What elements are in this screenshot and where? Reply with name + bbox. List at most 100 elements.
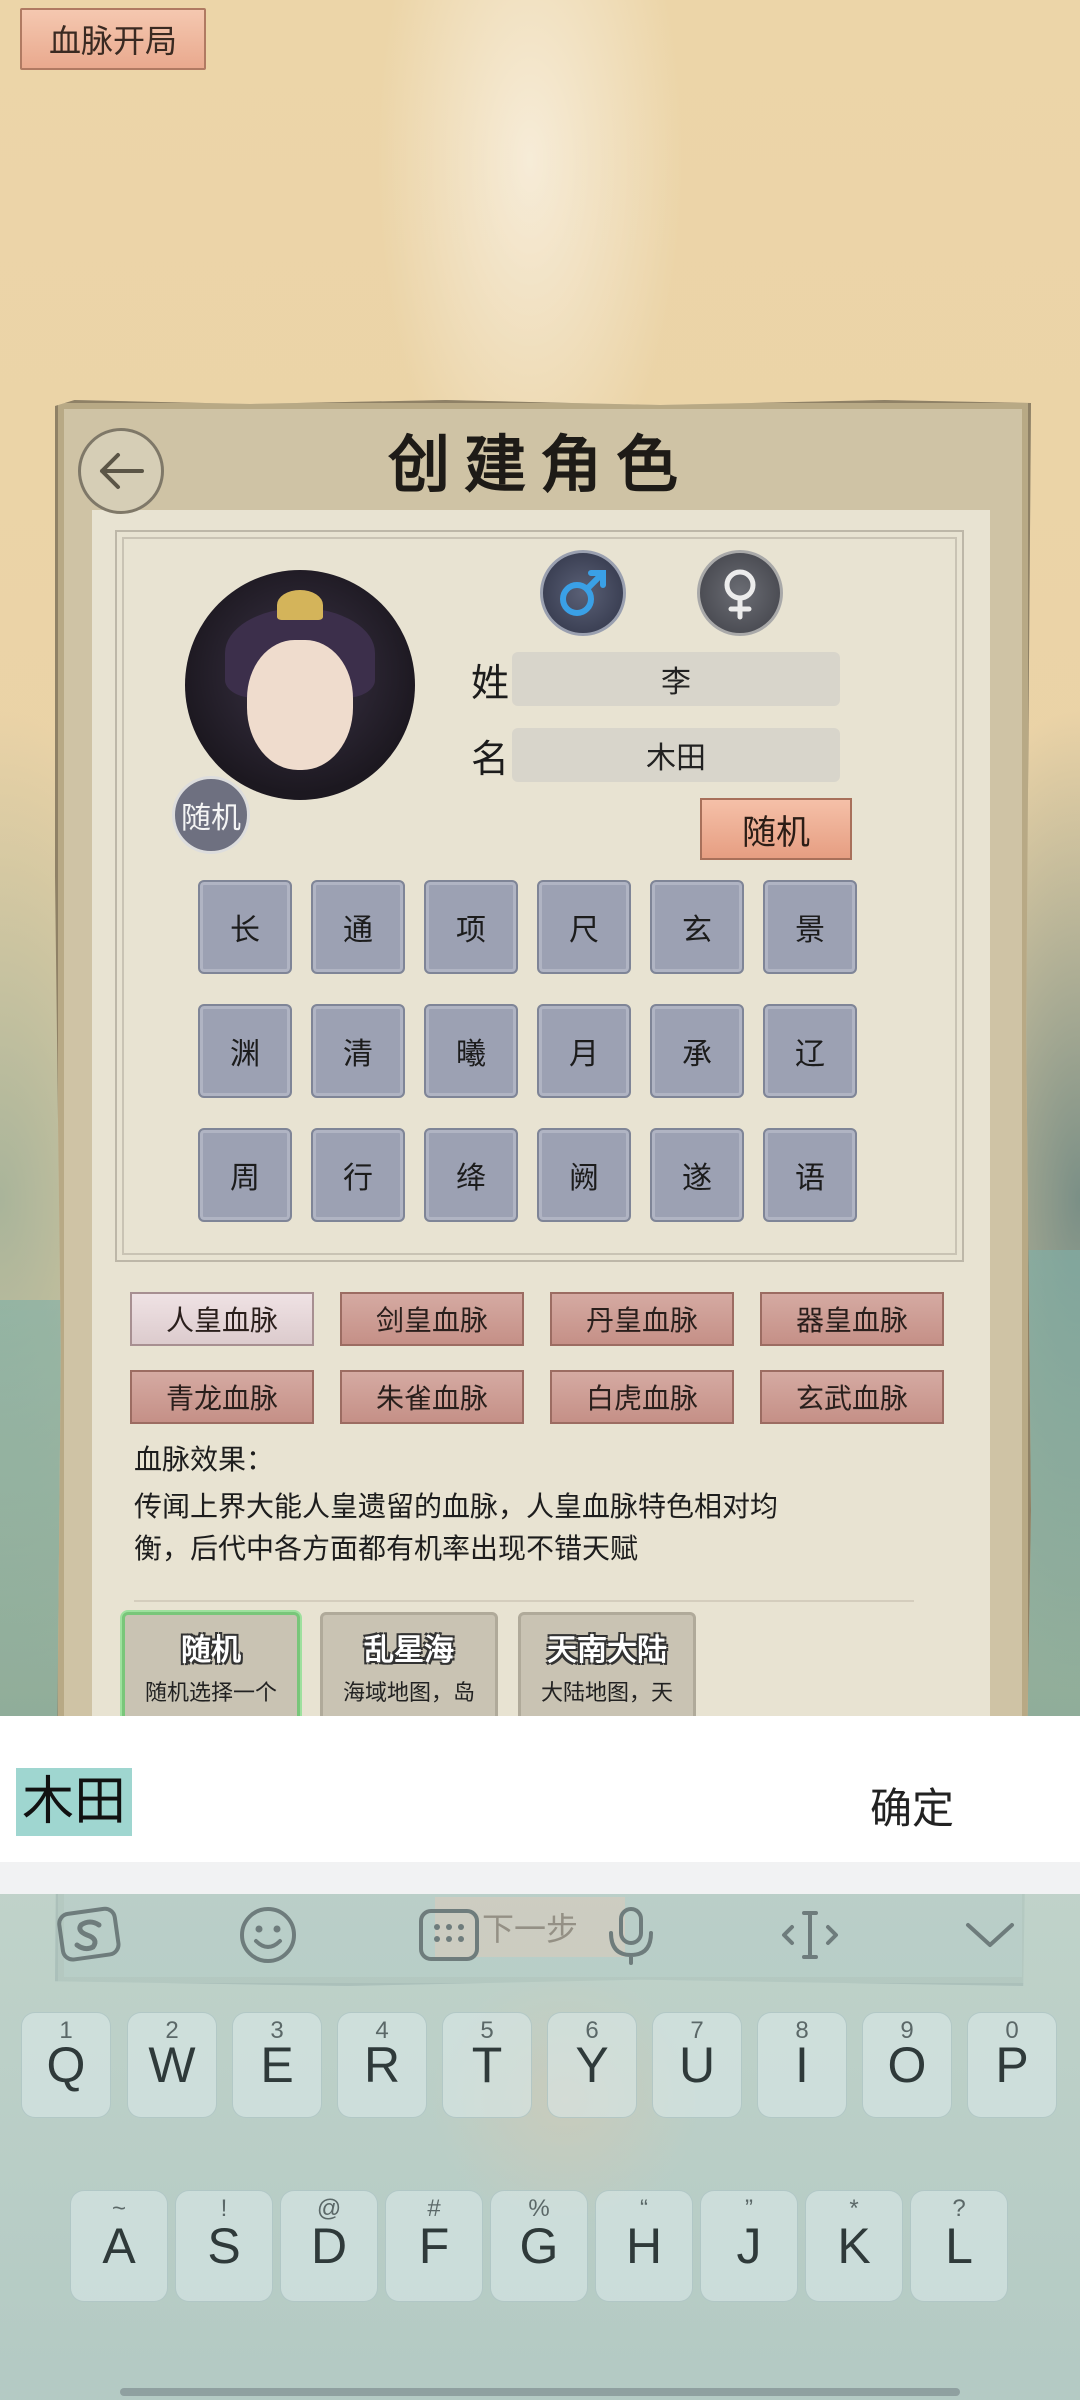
- key-j[interactable]: ” J: [700, 2190, 798, 2302]
- name-char-tile[interactable]: 周: [198, 1128, 292, 1222]
- key-sub: ”: [745, 2195, 753, 2222]
- ime-composing-text[interactable]: 木田: [16, 1768, 133, 1836]
- bloodline-options: 人皇血脉 剑皇血脉 丹皇血脉 器皇血脉 青龙血脉 朱雀血脉 白虎血脉 玄武血脉: [130, 1292, 945, 1424]
- portrait-crown: [277, 590, 323, 620]
- bloodline-start-button[interactable]: 血脉开局: [20, 8, 206, 70]
- surname-label: 姓: [470, 663, 509, 705]
- effect-line-1: 传闻上界大能人皇遗留的血脉，人皇血脉特色相对均: [134, 1491, 779, 1522]
- character-portrait: [185, 570, 415, 800]
- key-label: J: [736, 2218, 762, 2274]
- name-char-tile[interactable]: 阙: [537, 1128, 631, 1222]
- key-t[interactable]: 5T: [442, 2012, 532, 2118]
- voice-input-icon[interactable]: [596, 1900, 666, 1970]
- ime-separator: [0, 1862, 1080, 1894]
- key-sub: “: [640, 2195, 648, 2222]
- name-char-tile[interactable]: 辽: [763, 1004, 857, 1098]
- emoji-icon[interactable]: [233, 1900, 303, 1970]
- bloodline-option-renhuang[interactable]: 人皇血脉: [130, 1292, 314, 1346]
- bloodline-option-zhuque[interactable]: 朱雀血脉: [340, 1370, 524, 1424]
- name-char-tile[interactable]: 语: [763, 1128, 857, 1222]
- bloodline-option-xuanwu[interactable]: 玄武血脉: [760, 1370, 944, 1424]
- name-char-tile[interactable]: 渊: [198, 1004, 292, 1098]
- name-char-tile[interactable]: 月: [537, 1004, 631, 1098]
- page-title: 创建角色: [387, 428, 692, 501]
- key-y[interactable]: 6Y: [547, 2012, 637, 2118]
- key-sub: ~: [111, 2195, 126, 2222]
- key-sub: 3: [270, 2017, 284, 2044]
- key-l[interactable]: ? L: [910, 2190, 1008, 2302]
- gender-female-button[interactable]: [697, 550, 783, 636]
- text-cursor-icon: [782, 1911, 838, 1959]
- key-label: F: [418, 2218, 450, 2274]
- map-title: 天南大陆: [547, 1634, 667, 1667]
- key-i[interactable]: 8I: [757, 2012, 847, 2118]
- key-sub: !: [220, 2195, 228, 2222]
- key-p[interactable]: 0P: [967, 2012, 1057, 2118]
- microphone-icon: [609, 1907, 653, 1965]
- map-option-tiannan[interactable]: 天南大陆 大陆地图，天: [518, 1612, 696, 1728]
- back-button[interactable]: [78, 428, 164, 514]
- name-char-tile[interactable]: 景: [763, 880, 857, 974]
- portrait-face: [247, 640, 353, 770]
- key-f[interactable]: # F: [385, 2190, 483, 2302]
- key-k[interactable]: * K: [805, 2190, 903, 2302]
- key-q[interactable]: 1Q: [21, 2012, 111, 2118]
- name-character-grid: 长 通 项 尺 玄 景 渊 清 曦 月 承 辽 周 行 绛 阙 遂 语: [198, 880, 858, 1222]
- key-label: A: [102, 2218, 136, 2274]
- key-sub: 6: [585, 2017, 599, 2044]
- name-char-tile[interactable]: 承: [650, 1004, 744, 1098]
- bloodline-option-qinglong[interactable]: 青龙血脉: [130, 1370, 314, 1424]
- map-option-luanxinghai[interactable]: 乱星海 海域地图，岛: [320, 1612, 498, 1728]
- avatar[interactable]: [185, 570, 425, 810]
- gesture-bar[interactable]: [120, 2388, 960, 2396]
- given-name-field[interactable]: 木田: [512, 728, 840, 782]
- key-s[interactable]: ! S: [175, 2190, 273, 2302]
- name-char-tile[interactable]: 玄: [650, 880, 744, 974]
- key-a[interactable]: ~ A: [70, 2190, 168, 2302]
- key-sub: 1: [59, 2017, 73, 2044]
- key-w[interactable]: 2W: [127, 2012, 217, 2118]
- key-r[interactable]: 4R: [337, 2012, 427, 2118]
- name-char-tile[interactable]: 项: [424, 880, 518, 974]
- gender-male-button[interactable]: [540, 550, 626, 636]
- effect-line-2: 衡，后代中各方面都有机率出现不错天赋: [134, 1533, 639, 1564]
- map-title: 乱星海: [364, 1634, 454, 1667]
- name-char-tile[interactable]: 绛: [424, 1128, 518, 1222]
- key-g[interactable]: % G: [490, 2190, 588, 2302]
- sogou-logo-icon[interactable]: [55, 1900, 125, 1970]
- ime-confirm-button[interactable]: 确定: [870, 1775, 954, 1836]
- name-char-tile[interactable]: 长: [198, 880, 292, 974]
- key-sub: @: [316, 2195, 342, 2222]
- chevron-down-icon: [966, 1923, 1014, 1947]
- key-h[interactable]: “H: [595, 2190, 693, 2302]
- key-o[interactable]: 9O: [862, 2012, 952, 2118]
- name-char-tile[interactable]: 通: [311, 880, 405, 974]
- random-avatar-button[interactable]: 随机: [172, 776, 250, 854]
- smiley-icon: [240, 1907, 296, 1963]
- name-char-tile[interactable]: 尺: [537, 880, 631, 974]
- bloodline-option-danhuang[interactable]: 丹皇血脉: [550, 1292, 734, 1346]
- map-option-random[interactable]: 随机 随机选择一个: [122, 1612, 300, 1728]
- key-u[interactable]: 7U: [652, 2012, 742, 2118]
- random-name-button[interactable]: 随机: [700, 798, 852, 860]
- key-label: S: [207, 2218, 241, 2274]
- name-char-tile[interactable]: 遂: [650, 1128, 744, 1222]
- name-char-tile[interactable]: 行: [311, 1128, 405, 1222]
- bloodline-option-baihu[interactable]: 白虎血脉: [550, 1370, 734, 1424]
- key-sub: ?: [952, 2195, 966, 2222]
- keyboard-layout-icon[interactable]: [414, 1900, 484, 1970]
- map-title: 随机: [181, 1634, 241, 1667]
- key-e[interactable]: 3E: [232, 2012, 322, 2118]
- name-char-tile[interactable]: 清: [311, 1004, 405, 1098]
- key-d[interactable]: @ D: [280, 2190, 378, 2302]
- surname-field[interactable]: 李: [512, 652, 840, 706]
- collapse-keyboard-icon[interactable]: [955, 1900, 1025, 1970]
- name-char-tile[interactable]: 曦: [424, 1004, 518, 1098]
- bloodline-option-jianhuang[interactable]: 剑皇血脉: [340, 1292, 524, 1346]
- bloodline-option-qihuang[interactable]: 器皇血脉: [760, 1292, 944, 1346]
- bloodline-effect-label: 血脉效果：: [134, 1444, 275, 1475]
- cursor-move-icon[interactable]: [775, 1900, 845, 1970]
- map-desc: 海域地图，岛: [342, 1680, 475, 1705]
- map-desc: 随机选择一个: [144, 1680, 277, 1705]
- female-symbol-icon: [724, 569, 756, 620]
